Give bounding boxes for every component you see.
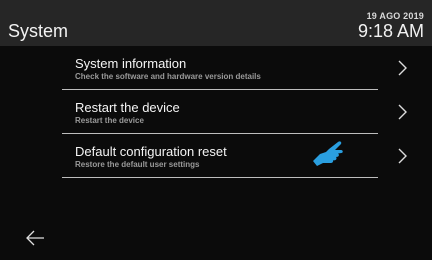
chevron-right-icon[interactable] xyxy=(394,102,412,122)
top-bar: System 19 AGO 2019 9:18 AM xyxy=(0,0,432,46)
menu-item-subtitle: Restart the device xyxy=(75,116,144,125)
divider xyxy=(62,177,378,178)
menu-item-system-information[interactable]: System information Check the software an… xyxy=(62,46,432,90)
menu-item-default-configuration-reset[interactable]: Default configuration reset Restore the … xyxy=(62,134,432,178)
menu-item-subtitle: Restore the default user settings xyxy=(75,160,200,169)
back-arrow-icon[interactable] xyxy=(24,228,48,248)
system-screen: System 19 AGO 2019 9:18 AM System inform… xyxy=(0,0,432,260)
settings-menu: System information Check the software an… xyxy=(62,46,432,178)
menu-item-subtitle: Check the software and hardware version … xyxy=(75,72,261,81)
menu-item-title: System information xyxy=(75,56,187,71)
menu-item-title: Default configuration reset xyxy=(75,144,227,159)
menu-item-title: Restart the device xyxy=(75,100,180,115)
hand-pointer-icon xyxy=(313,141,343,166)
menu-item-restart-device[interactable]: Restart the device Restart the device xyxy=(62,90,432,134)
time-label: 9:18 AM xyxy=(357,21,424,41)
chevron-right-icon[interactable] xyxy=(394,58,412,78)
chevron-right-icon[interactable] xyxy=(394,146,412,166)
page-title: System xyxy=(8,21,69,41)
